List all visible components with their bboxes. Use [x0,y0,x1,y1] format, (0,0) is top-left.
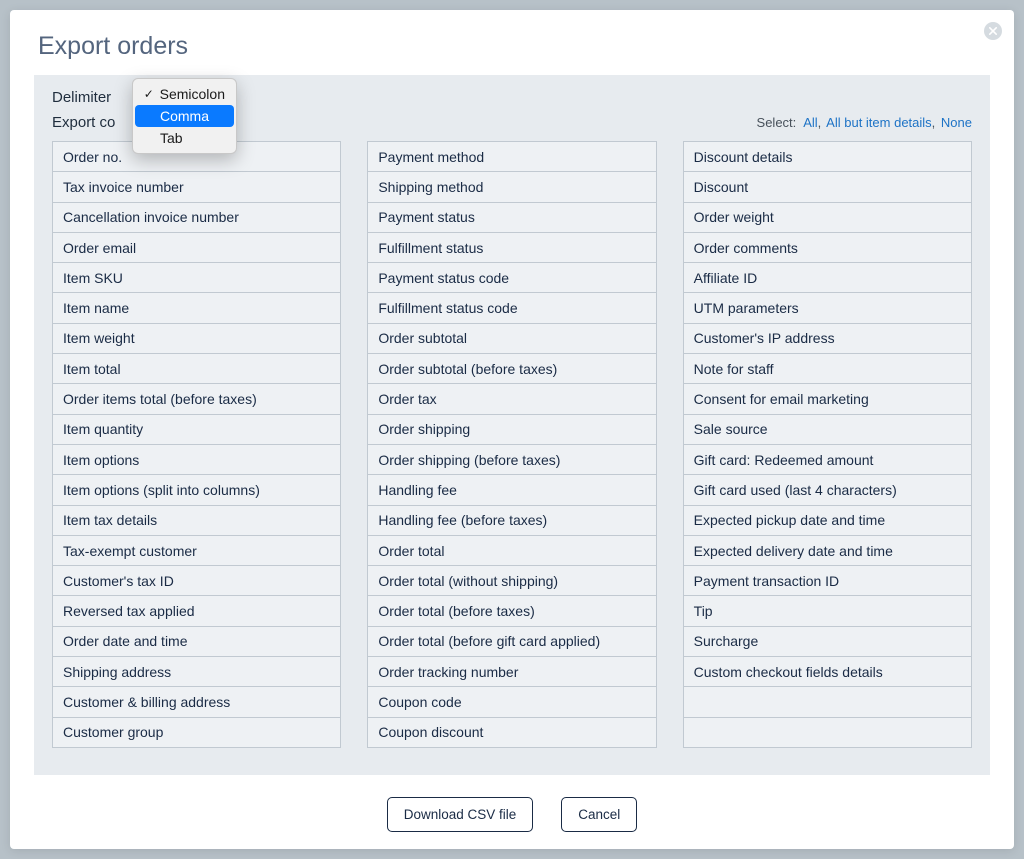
column-cell[interactable]: Expected pickup date and time [683,505,972,536]
column-cell[interactable]: Payment method [367,141,656,172]
column-cell[interactable]: Order shipping [367,414,656,445]
column-cell[interactable]: Surcharge [683,626,972,657]
column-cell[interactable]: Order date and time [52,626,341,657]
column: Discount detailsDiscountOrder weightOrde… [683,141,972,748]
column-cell[interactable]: Item total [52,353,341,384]
column-cell[interactable]: Tip [683,595,972,626]
column-cell[interactable]: Tax-exempt customer [52,535,341,566]
dropdown-item-label: Tab [160,130,183,146]
column-cell[interactable]: Customer's IP address [683,323,972,354]
column-cell[interactable]: Affiliate ID [683,262,972,293]
column-cell[interactable]: Item SKU [52,262,341,293]
close-icon [989,27,997,35]
column-cell[interactable]: Handling fee [367,474,656,505]
column-cell[interactable]: Item name [52,292,341,323]
column-cell[interactable]: Gift card: Redeemed amount [683,444,972,475]
column-cell[interactable]: Item options [52,444,341,475]
column-cell[interactable]: Custom checkout fields details [683,656,972,687]
column-cell[interactable]: Payment status [367,202,656,233]
column-cell[interactable]: Order subtotal (before taxes) [367,353,656,384]
select-links: Select: All, All but item details, None [757,115,972,130]
column-cell[interactable]: Payment status code [367,262,656,293]
column-cell[interactable]: Handling fee (before taxes) [367,505,656,536]
column-cell[interactable]: Note for staff [683,353,972,384]
column-cell[interactable]: Shipping method [367,171,656,202]
column-cell[interactable]: Order total (before taxes) [367,595,656,626]
column-cell[interactable]: Order total [367,535,656,566]
close-button[interactable] [984,22,1002,40]
column-cell[interactable]: Customer's tax ID [52,565,341,596]
column-cell[interactable]: Order comments [683,232,972,263]
columns-wrapper: Order no.Tax invoice numberCancellation … [52,141,972,748]
column-cell[interactable]: Order shipping (before taxes) [367,444,656,475]
dropdown-item-label: Semicolon [160,86,225,102]
column-cell[interactable]: Discount [683,171,972,202]
download-csv-button[interactable]: Download CSV file [387,797,534,832]
column-cell[interactable]: Gift card used (last 4 characters) [683,474,972,505]
export-orders-modal: Export orders Delimiter Export co Select… [10,10,1014,849]
column-cell[interactable]: Item quantity [52,414,341,445]
column-cell[interactable]: Fulfillment status code [367,292,656,323]
column-cell[interactable]: Expected delivery date and time [683,535,972,566]
delimiter-dropdown[interactable]: ✓ Semicolon Comma Tab [132,78,237,154]
column-cell[interactable]: Fulfillment status [367,232,656,263]
column-cell [683,686,972,717]
dropdown-item-label: Comma [160,108,209,124]
column-cell[interactable]: Item tax details [52,505,341,536]
column-cell[interactable]: Coupon code [367,686,656,717]
column-cell[interactable]: UTM parameters [683,292,972,323]
select-all-link[interactable]: All [803,115,817,130]
column-cell[interactable]: Item options (split into columns) [52,474,341,505]
column-cell[interactable]: Discount details [683,141,972,172]
dropdown-item[interactable]: ✓ Semicolon [135,83,234,105]
column: Payment methodShipping methodPayment sta… [367,141,656,748]
dropdown-item[interactable]: Tab [135,127,234,149]
column-cell[interactable]: Payment transaction ID [683,565,972,596]
column-cell[interactable]: Order tracking number [367,656,656,687]
dropdown-item[interactable]: Comma [135,105,234,127]
export-columns-label: Export co [52,114,115,131]
column-cell[interactable]: Order weight [683,202,972,233]
column: Order no.Tax invoice numberCancellation … [52,141,341,748]
column-cell[interactable]: Order email [52,232,341,263]
column-cell[interactable]: Order subtotal [367,323,656,354]
footer: Download CSV file Cancel [10,775,1014,854]
column-cell [683,717,972,748]
select-label: Select: [757,115,797,130]
column-cell[interactable]: Coupon discount [367,717,656,748]
column-cell[interactable]: Order items total (before taxes) [52,383,341,414]
column-cell[interactable]: Customer & billing address [52,686,341,717]
column-cell[interactable]: Order total (before gift card applied) [367,626,656,657]
modal-title: Export orders [10,10,1014,61]
content-area: Delimiter Export co Select: All, All but… [34,75,990,775]
column-cell[interactable]: Cancellation invoice number [52,202,341,233]
column-cell[interactable]: Reversed tax applied [52,595,341,626]
select-none-link[interactable]: None [941,115,972,130]
column-cell[interactable]: Customer group [52,717,341,748]
column-cell[interactable]: Order tax [367,383,656,414]
column-cell[interactable]: Order total (without shipping) [367,565,656,596]
column-cell[interactable]: Consent for email marketing [683,383,972,414]
column-cell[interactable]: Sale source [683,414,972,445]
cancel-button[interactable]: Cancel [561,797,637,832]
column-cell[interactable]: Item weight [52,323,341,354]
select-all-but-link[interactable]: All but item details [826,115,932,130]
column-cell[interactable]: Shipping address [52,656,341,687]
column-cell[interactable]: Tax invoice number [52,171,341,202]
check-icon: ✓ [142,87,156,101]
